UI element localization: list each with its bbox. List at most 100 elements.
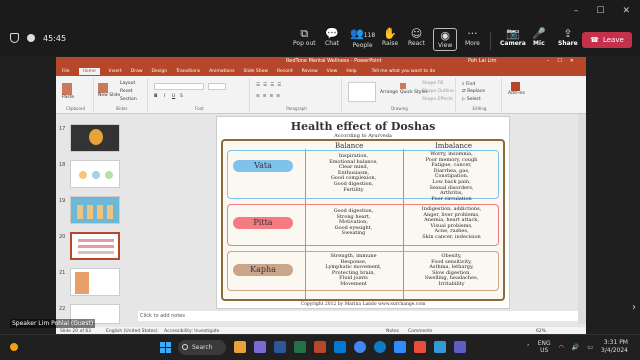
leave-button[interactable]: ☎ Leave bbox=[582, 32, 632, 48]
align-buttons[interactable]: ≡≡≡≡ bbox=[256, 94, 283, 99]
people-icon: 👥118 bbox=[350, 27, 376, 40]
tab-file[interactable]: File bbox=[62, 69, 70, 74]
tab-slide-show[interactable]: Slide Show bbox=[243, 69, 268, 74]
tab-view[interactable]: View bbox=[327, 69, 338, 74]
more-button[interactable]: ··· More bbox=[465, 28, 480, 48]
language-indicator[interactable]: ENG US bbox=[538, 340, 551, 354]
slide-thumbnail-selected[interactable] bbox=[70, 232, 120, 260]
shape-outline-button[interactable]: Shape Outline bbox=[422, 89, 454, 94]
clock[interactable]: 3:31 PM 3/4/2024 bbox=[601, 339, 628, 355]
paste-button[interactable]: Paste bbox=[62, 83, 74, 100]
chevron-right-icon[interactable]: › bbox=[632, 302, 636, 313]
layout-button[interactable]: Layout bbox=[120, 81, 135, 86]
slide-thumbnail[interactable] bbox=[70, 196, 120, 224]
battery-icon[interactable]: ▭ bbox=[587, 344, 593, 351]
tab-transitions[interactable]: Transitions bbox=[176, 69, 200, 74]
pop-out-icon: ⧉ bbox=[300, 27, 309, 40]
pitta-balance: Good digestion, Strong heart, Motivation, G… bbox=[333, 208, 374, 237]
vata-label: Vata bbox=[233, 160, 293, 172]
ppt-window-title: RedTone Mental Wellness - PowerPoint bbox=[286, 58, 382, 64]
chat-button[interactable]: 💬 Chat bbox=[325, 28, 339, 48]
excel-icon[interactable] bbox=[294, 341, 306, 353]
wifi-icon[interactable]: ◠ bbox=[559, 344, 564, 351]
italic-button[interactable]: I bbox=[164, 94, 165, 99]
underline-button[interactable]: U bbox=[172, 94, 175, 99]
tab-insert[interactable]: Insert bbox=[109, 69, 122, 74]
replace-button[interactable]: ⇄ Replace bbox=[462, 89, 485, 94]
shape-effects-button[interactable]: Shape Effects bbox=[422, 97, 453, 102]
share-button[interactable]: ⇪ Share bbox=[558, 28, 578, 48]
shape-fill-button[interactable]: Shape Fill bbox=[422, 81, 444, 86]
window-controls: – ☐ ✕ bbox=[574, 6, 630, 16]
vertical-scrollbar[interactable] bbox=[578, 114, 586, 324]
call-info: 45:45 bbox=[10, 33, 66, 43]
camera-button[interactable]: 📷 Camera bbox=[500, 28, 526, 48]
addins-button[interactable]: Add-ins bbox=[508, 82, 525, 96]
tab-help[interactable]: Help bbox=[346, 69, 356, 74]
weather-icon[interactable] bbox=[10, 343, 18, 351]
tab-record[interactable]: Record bbox=[277, 69, 293, 74]
reset-button[interactable]: Reset bbox=[120, 89, 133, 94]
tab-draw[interactable]: Draw bbox=[131, 69, 143, 74]
ppt-window-controls[interactable]: –☐✕ bbox=[547, 57, 582, 66]
tab-review[interactable]: Review bbox=[302, 69, 318, 74]
slide-thumbnail[interactable] bbox=[70, 268, 120, 296]
find-button[interactable]: ⌕ Find bbox=[462, 81, 475, 87]
tell-me-search[interactable]: Tell me what you want to do bbox=[372, 69, 436, 74]
list-buttons[interactable]: ☰☰☰☰ bbox=[256, 83, 284, 88]
pitta-imbalance: Indigestion, addictions, Anger, liver pro… bbox=[421, 206, 482, 240]
arrange-button[interactable]: Arrange bbox=[380, 90, 398, 95]
ppt-ribbon: Paste Clipboard New Slide Layout Reset S… bbox=[56, 76, 586, 114]
select-button[interactable]: ▷ Select bbox=[462, 97, 481, 102]
shapes-gallery[interactable] bbox=[348, 82, 376, 102]
font-name-select[interactable] bbox=[154, 83, 204, 90]
tab-animations[interactable]: Animations bbox=[209, 69, 234, 74]
font-size-select[interactable] bbox=[208, 83, 226, 90]
slide-title: Health effect of Doshas bbox=[290, 120, 436, 133]
maximize-icon[interactable]: ☐ bbox=[596, 6, 604, 16]
ppt-ribbon-tabs: File Home Insert Draw Design Transitions… bbox=[56, 66, 586, 76]
edge-icon[interactable] bbox=[374, 341, 386, 353]
taskbar-search[interactable]: Search bbox=[178, 340, 226, 355]
call-timer: 45:45 bbox=[43, 33, 67, 43]
thumb-figures bbox=[77, 205, 115, 219]
react-button[interactable]: ☺ React bbox=[408, 28, 425, 48]
teams-active-icon[interactable] bbox=[454, 341, 466, 353]
tab-design[interactable]: Design bbox=[152, 69, 168, 74]
new-slide-icon bbox=[98, 83, 108, 93]
zoom-icon[interactable] bbox=[394, 341, 406, 353]
teams-icon[interactable] bbox=[254, 341, 266, 353]
chrome-icon[interactable] bbox=[354, 341, 366, 353]
minimize-icon[interactable]: – bbox=[574, 6, 579, 16]
bold-button[interactable]: B bbox=[154, 94, 157, 99]
slide-20[interactable]: Health effect of Doshas According to Ayu… bbox=[216, 116, 510, 309]
volume-icon[interactable]: 🔊 bbox=[572, 344, 579, 351]
font-group: B I U S Font bbox=[150, 78, 250, 112]
people-button[interactable]: 👥118 People bbox=[350, 27, 376, 50]
app-icon[interactable] bbox=[434, 341, 446, 353]
shadow-button[interactable]: S bbox=[180, 94, 183, 99]
pop-out-button[interactable]: ⧉ Pop out bbox=[293, 27, 316, 48]
mic-button[interactable]: 🎤 Mic bbox=[532, 28, 546, 48]
tab-home[interactable]: Home bbox=[78, 67, 100, 75]
slides-group: New Slide Layout Reset Section Slides bbox=[96, 78, 148, 112]
thumb-line bbox=[78, 239, 114, 242]
slide-thumbnail[interactable] bbox=[70, 124, 120, 152]
kapha-imbalance: Obesity, Food sensitivity, Asthma, letharg… bbox=[424, 253, 479, 287]
powerpoint-icon[interactable] bbox=[314, 341, 326, 353]
chevron-up-icon[interactable]: ˄ bbox=[527, 344, 530, 351]
outlook-icon[interactable] bbox=[334, 341, 346, 353]
raise-hand-button[interactable]: ✋ Raise bbox=[382, 28, 398, 48]
file-explorer-icon[interactable] bbox=[234, 341, 246, 353]
view-button[interactable]: ◉ View bbox=[433, 28, 458, 51]
word-icon[interactable] bbox=[274, 341, 286, 353]
app-icon[interactable] bbox=[414, 341, 426, 353]
drawing-group: Arrange Quick Styles Shape Fill Shape Ou… bbox=[344, 78, 456, 112]
section-button[interactable]: Section bbox=[120, 97, 137, 102]
slide-thumbnail[interactable] bbox=[70, 160, 120, 188]
vata-row: Vata Inspiration, Emotional balance, Clear… bbox=[227, 150, 499, 201]
notes-pane[interactable]: Click to add notes bbox=[138, 311, 578, 321]
close-icon[interactable]: ✕ bbox=[622, 6, 630, 16]
windows-start-icon[interactable] bbox=[160, 342, 171, 353]
new-slide-button[interactable]: New Slide bbox=[98, 83, 120, 98]
